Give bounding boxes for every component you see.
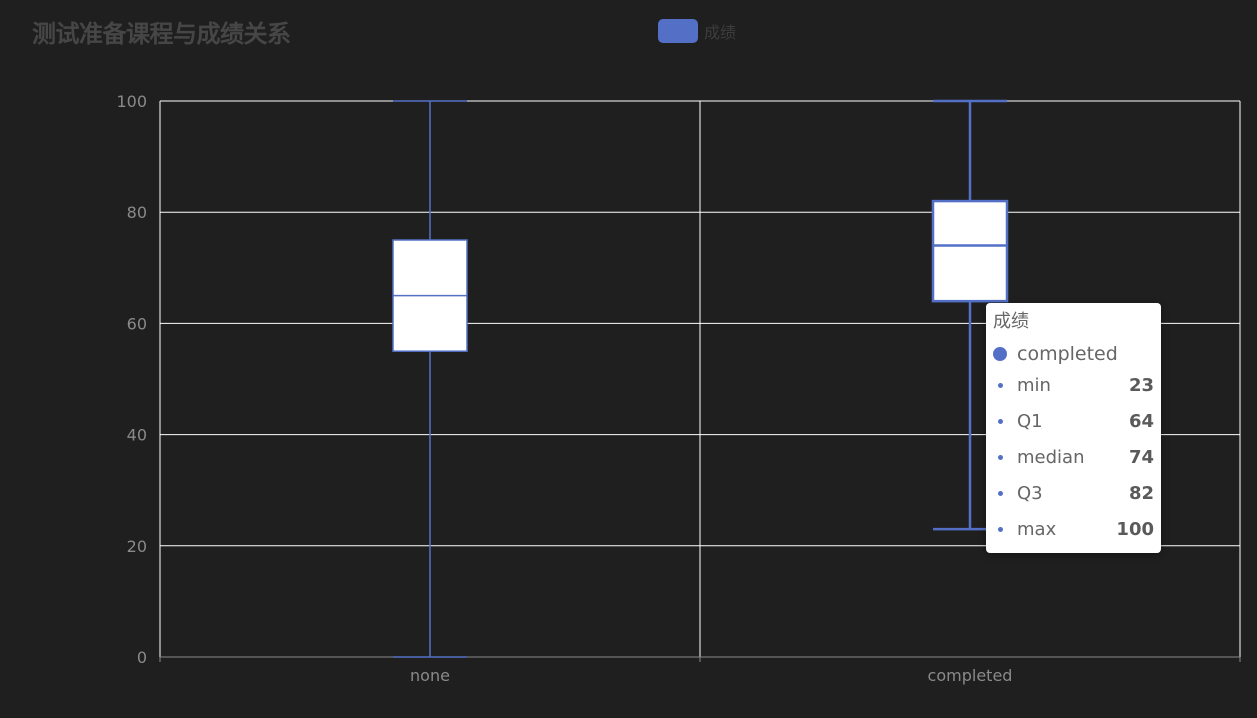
- y-tick-label: 0: [137, 648, 147, 667]
- tooltip-row-value: 23: [1128, 374, 1154, 396]
- box-none: [392, 100, 468, 658]
- tooltip-row-marker: [998, 454, 1003, 460]
- tooltip: 成绩 completed min 23 Q1 64 median 74 Q3 8…: [986, 303, 1161, 553]
- tooltip-row-label: min: [1017, 374, 1051, 396]
- tooltip-title: 成绩: [993, 311, 1029, 332]
- tooltip-row-median: median 74: [993, 439, 1154, 475]
- tooltip-row-marker: [998, 490, 1003, 496]
- y-tick-label: 80: [127, 203, 147, 222]
- tooltip-row-label: max: [1017, 518, 1057, 540]
- tooltip-row-q1: Q1 64: [993, 403, 1154, 439]
- tooltip-row-value: 64: [1128, 410, 1154, 432]
- tooltip-row-value: 74: [1128, 446, 1154, 468]
- tooltip-row-value: 100: [1116, 518, 1154, 540]
- x-tick-label: completed: [928, 666, 1013, 685]
- box-iqr: [931, 199, 1009, 303]
- y-tick-label: 60: [127, 314, 147, 333]
- tooltip-row-max: max 100: [993, 511, 1154, 547]
- tooltip-row-min: min 23: [993, 367, 1154, 403]
- tooltip-row-label: Q1: [1017, 410, 1043, 432]
- tooltip-row-label: Q3: [1017, 482, 1043, 504]
- tooltip-row-q3: Q3 82: [993, 475, 1154, 511]
- tooltip-row-marker: [998, 382, 1003, 388]
- y-tick-label: 100: [116, 92, 147, 111]
- y-tick-label: 40: [127, 426, 147, 445]
- tooltip-row-value: 82: [1128, 482, 1154, 504]
- tooltip-row-label: median: [1017, 446, 1085, 468]
- y-tick-label: 20: [127, 537, 147, 556]
- tooltip-series-marker: [993, 347, 1007, 361]
- x-tick-label: none: [410, 666, 450, 685]
- tooltip-series-name: completed: [1017, 343, 1118, 365]
- tooltip-series-row: completed: [993, 341, 1154, 367]
- tooltip-row-marker: [998, 526, 1003, 532]
- tooltip-row-marker: [998, 418, 1003, 424]
